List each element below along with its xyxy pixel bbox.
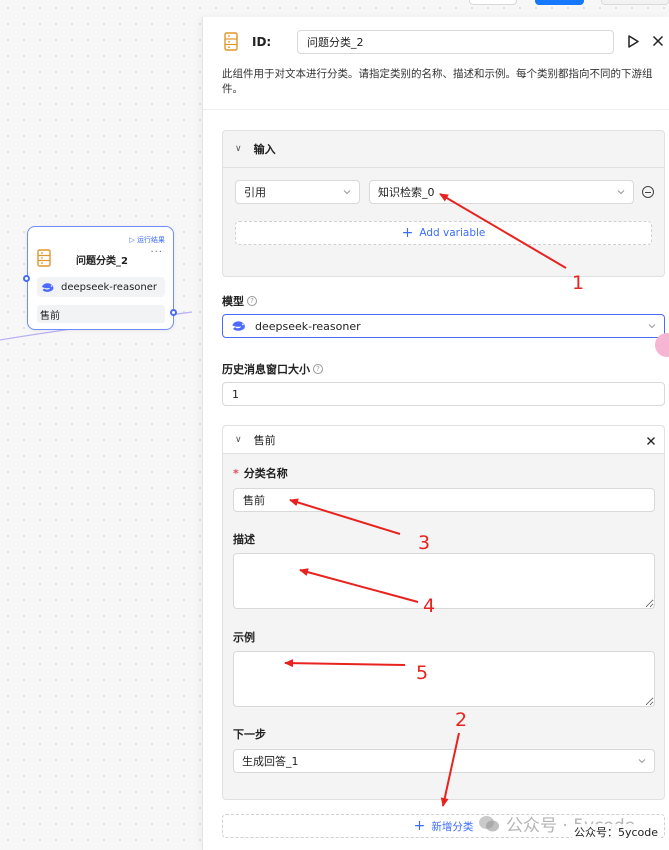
annotation-number-1: 1 [572,272,585,294]
annotation-number-5: 5 [416,662,429,684]
annotation-arrow-3 [289,498,401,535]
annotation-arrow-5 [284,659,406,668]
annotation-overlay [284,193,567,807]
watermark-caption: 公众号：5ycode [572,824,661,840]
annotation-arrow-4 [299,568,419,603]
annotation-number-3: 3 [418,532,431,554]
annotation-number-2: 2 [455,709,468,731]
wechat-icon [479,815,499,831]
annotation-arrow-2 [440,732,460,807]
annotation-number-4: 4 [423,595,436,617]
annotation-arrow-1 [439,193,567,269]
